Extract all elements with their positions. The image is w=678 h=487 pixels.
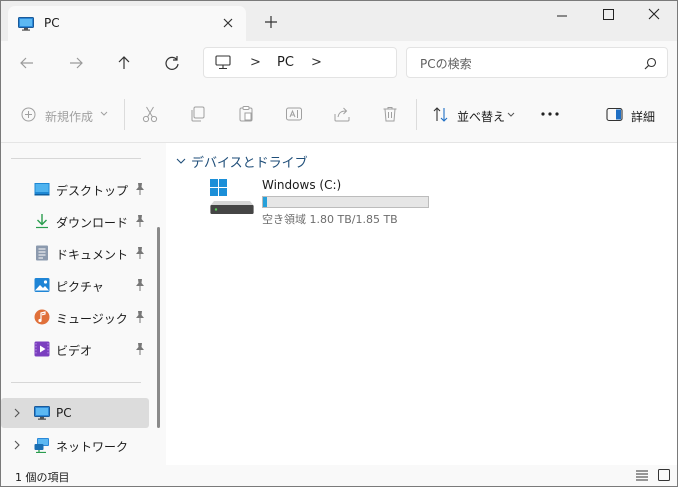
sidebar-item-label: ミュージック [56,312,128,326]
scrollbar[interactable] [157,227,160,428]
close-icon[interactable] [631,1,677,33]
paste-icon[interactable] [237,105,255,123]
cut-icon[interactable] [141,105,159,123]
details-label: 詳細 [631,110,656,124]
pin-icon[interactable] [134,182,146,196]
sidebar-item-downloads[interactable]: ダウンロード [1,206,149,236]
chevron-right-icon[interactable] [13,408,21,418]
drive-usage-fill [263,197,268,207]
sort-button-label: 並べ替え [457,110,506,124]
file-explorer-window: PC > PC > PCの検索 新規作成 並べ替え 詳細 デスクトップ ダウンロ… [0,0,678,487]
search-placeholder: PCの検索 [420,57,472,71]
pictures-icon [34,278,50,292]
drive-usage-bar [262,196,429,208]
command-bar: 新規作成 並べ替え 詳細 [1,85,677,143]
sidebar-item-network[interactable]: ネットワーク [1,430,149,460]
sidebar-item-desktop[interactable]: デスクトップ [1,174,149,204]
pin-icon[interactable] [134,214,146,228]
navigation-pane: デスクトップ ダウンロード ドキュメント ピクチャ ミュージック ビデオ PC … [1,143,166,465]
search-input[interactable]: PCの検索 [406,47,668,78]
title-bar: PC [1,1,677,41]
share-icon[interactable] [333,105,351,123]
group-header[interactable]: デバイスとドライブ [191,152,308,171]
sidebar-item-label: ドキュメント [56,248,129,262]
sort-button[interactable]: 並べ替え [432,105,518,125]
plus-icon[interactable] [263,14,279,30]
status-bar: 1 個の項目 [1,465,677,486]
arrow-left-icon[interactable] [15,51,39,75]
chevron-right-icon[interactable] [13,440,21,450]
chevron-down-icon [507,112,515,117]
sidebar-item-label: PC [56,406,72,420]
copy-icon[interactable] [189,105,207,123]
divider [416,99,417,130]
network-icon [34,438,49,453]
sort-icon [433,107,448,122]
tab-pc[interactable]: PC [8,6,246,41]
drive-icon [210,179,254,214]
refresh-icon[interactable] [160,51,184,75]
chevron-down-icon [100,111,108,116]
address-bar[interactable]: > PC > [203,47,397,78]
item-count: 1 個の項目 [15,471,70,484]
pin-icon[interactable] [134,278,146,292]
maximize-icon[interactable] [585,1,631,33]
details-pane-button[interactable]: 詳細 [606,105,666,125]
sidebar-item-label: ビデオ [56,344,93,358]
pin-icon[interactable] [134,246,146,260]
download-icon [36,214,48,229]
sidebar-item-pc[interactable]: PC [1,398,149,428]
navigation-bar: > PC > PCの検索 [1,41,677,85]
breadcrumb-separator[interactable]: > [311,55,322,70]
new-button-label: 新規作成 [45,110,94,124]
details-pane-icon [606,107,623,122]
tab-title: PC [44,16,60,30]
document-icon [36,245,48,261]
minimize-icon[interactable] [539,1,585,33]
file-list: デバイスとドライブ Windows (C:) 空き領域 1.80 TB/1.85… [166,143,677,465]
rename-icon[interactable] [285,105,303,123]
more-options-icon[interactable] [539,105,561,123]
sidebar-item-documents[interactable]: ドキュメント [1,238,149,268]
breadcrumb-separator[interactable]: > [250,55,261,70]
pc-icon [34,406,50,420]
drive-item[interactable]: Windows (C:) 空き領域 1.80 TB/1.85 TB [210,177,450,227]
delete-icon[interactable] [381,105,399,123]
sidebar-item-pictures[interactable]: ピクチャ [1,270,149,300]
breadcrumb-pc[interactable]: PC [277,55,294,70]
sidebar-item-music[interactable]: ミュージック [1,302,149,332]
sidebar-item-label: デスクトップ [56,184,129,198]
arrow-up-icon[interactable] [112,51,136,75]
pin-icon[interactable] [134,310,146,324]
chevron-down-icon[interactable] [176,157,186,165]
divider [11,158,141,159]
details-view-icon[interactable] [635,468,649,482]
desktop-icon [34,183,50,196]
video-icon [34,341,50,357]
sidebar-item-label: ピクチャ [56,280,104,294]
close-icon[interactable] [220,15,236,31]
pc-icon [215,55,231,70]
pin-icon[interactable] [134,342,146,356]
divider [124,99,125,130]
divider [11,382,141,383]
large-icons-view-icon[interactable] [657,468,671,482]
sidebar-item-label: ネットワーク [56,440,129,454]
pc-icon [18,17,34,31]
arrow-right-icon[interactable] [64,51,88,75]
search-icon [644,57,657,70]
sidebar-item-label: ダウンロード [56,216,129,230]
sidebar-item-videos[interactable]: ビデオ [1,334,149,364]
drive-name: Windows (C:) [262,178,342,192]
plus-circle-icon [21,107,36,122]
new-button[interactable]: 新規作成 [20,105,130,125]
music-icon [34,309,50,325]
drive-free-space: 空き領域 1.80 TB/1.85 TB [262,213,398,226]
